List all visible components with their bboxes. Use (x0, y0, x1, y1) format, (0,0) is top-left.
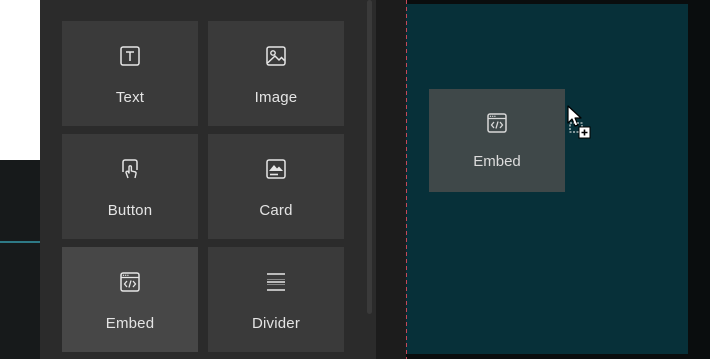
tile-text[interactable]: Text (62, 21, 198, 126)
divider-icon (263, 269, 289, 295)
tile-embed[interactable]: Embed (62, 247, 198, 352)
accent-line (0, 241, 40, 243)
tile-label: Embed (105, 315, 155, 332)
text-icon (117, 43, 143, 69)
drag-copy-cursor-icon (567, 105, 591, 139)
card-icon (263, 156, 289, 182)
embed-icon (485, 111, 509, 135)
tile-divider[interactable]: Divider (208, 247, 344, 352)
tile-label: Image (254, 89, 298, 106)
embed-icon (117, 269, 143, 295)
image-icon (263, 43, 289, 69)
tile-label: Button (107, 202, 153, 219)
drag-preview-label: Embed (473, 153, 521, 170)
tile-button[interactable]: Button (62, 134, 198, 239)
tile-label: Card (259, 202, 293, 219)
tile-image[interactable]: Image (208, 21, 344, 126)
drag-preview-embed[interactable]: Embed (429, 89, 565, 192)
scrollbar-thumb[interactable] (367, 0, 372, 314)
tile-label: Text (115, 89, 145, 106)
guide-line (406, 0, 407, 359)
background-white (0, 0, 40, 160)
panel-divider (376, 0, 406, 359)
tile-label: Divider (251, 315, 301, 332)
tile-card[interactable]: Card (208, 134, 344, 239)
button-icon (117, 156, 143, 182)
side-strip (0, 160, 40, 359)
